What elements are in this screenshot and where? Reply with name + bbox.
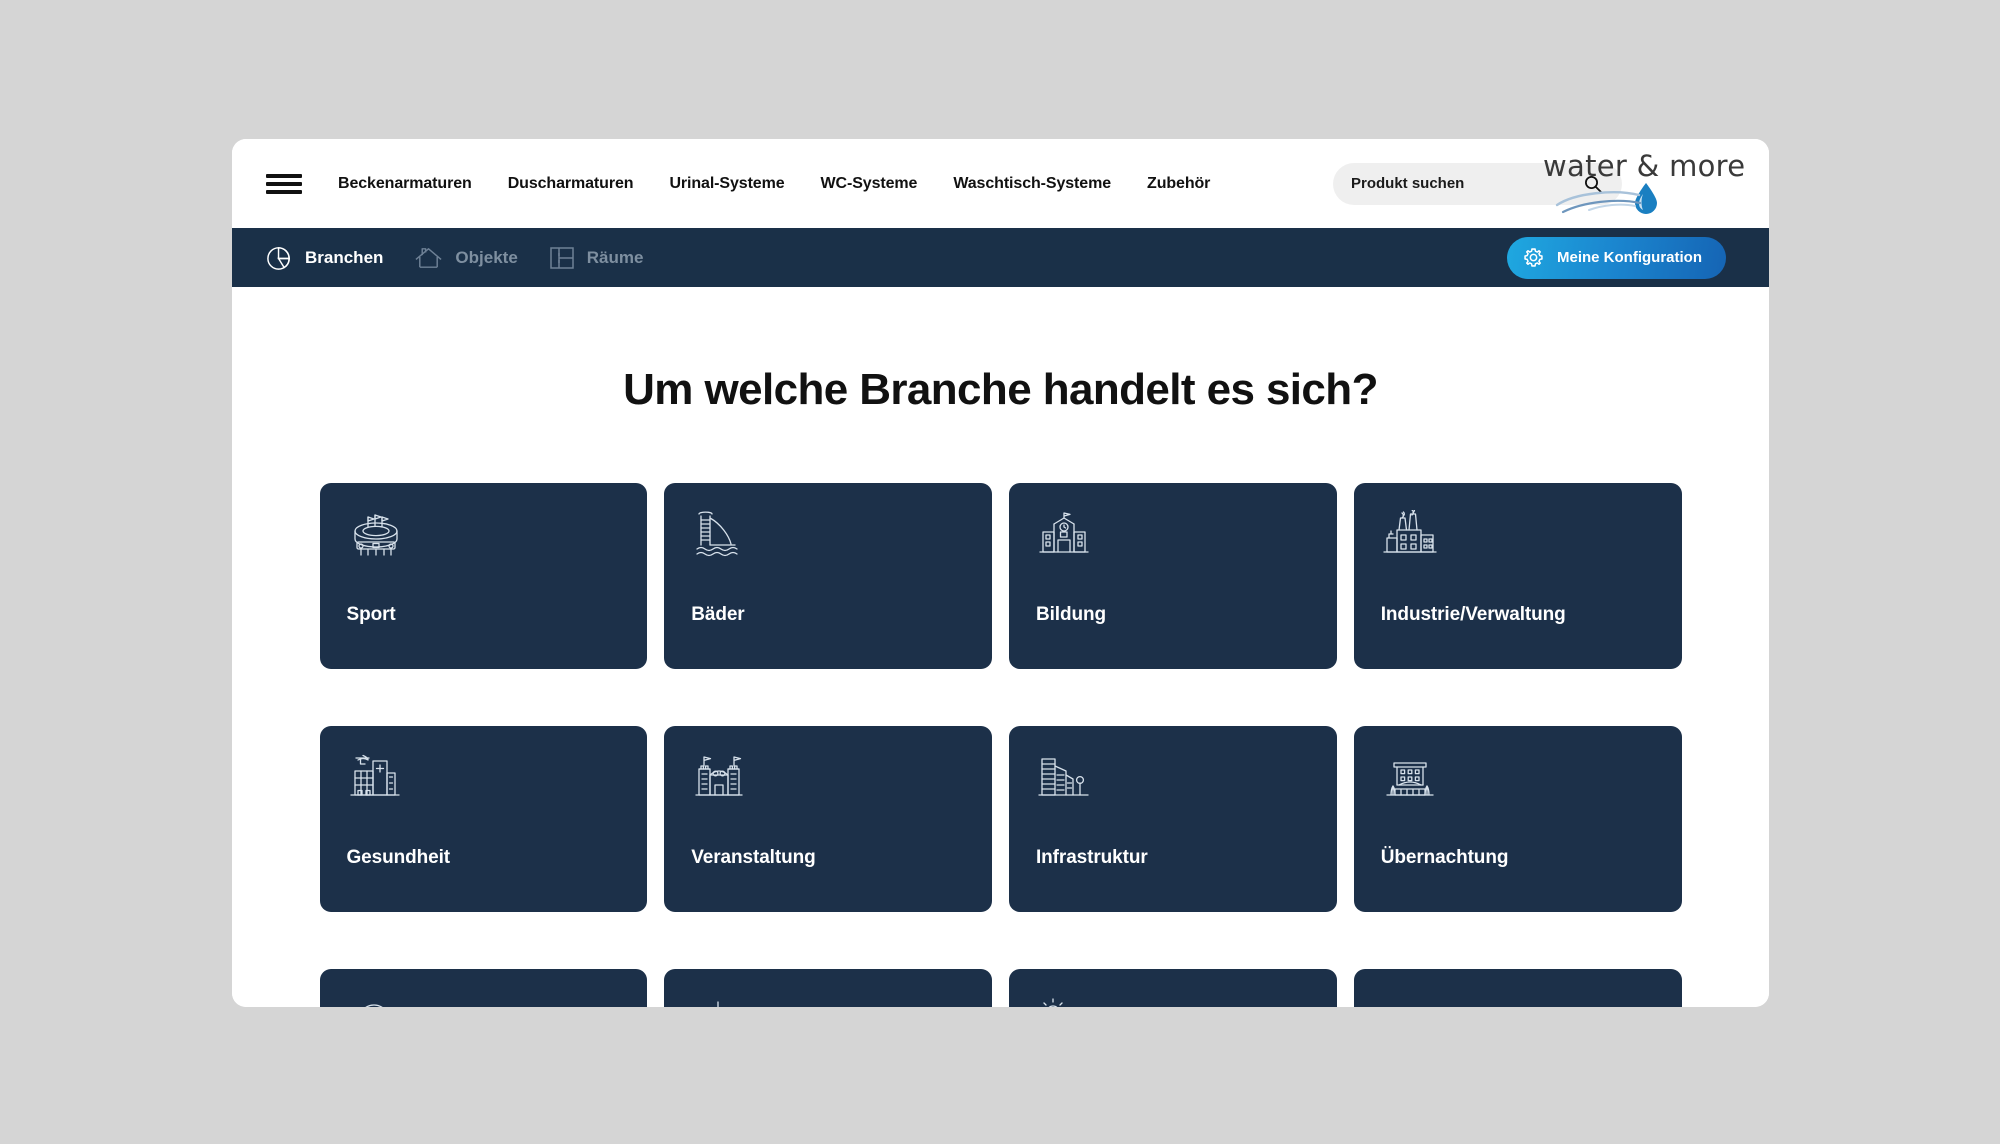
card-partial-2[interactable] xyxy=(664,969,992,1007)
card-sport-label: Sport xyxy=(346,604,396,625)
card-uebernachtung-label: Übernachtung xyxy=(1380,847,1509,868)
step-branchen[interactable]: Branchen xyxy=(265,243,383,272)
card-uebernachtung[interactable]: Übernachtung xyxy=(1353,726,1682,912)
gear-icon xyxy=(1522,246,1545,269)
nav-item-urinal-systeme[interactable]: Urinal-Systeme xyxy=(651,165,802,203)
nav-item-waschtisch-systeme[interactable]: Waschtisch-Systeme xyxy=(935,165,1129,203)
steps-breadcrumb-bar: Branchen Objekte Räume Meine Konfigurati… xyxy=(232,228,1769,287)
hospital-icon xyxy=(347,753,621,811)
card-sport[interactable]: Sport xyxy=(319,483,648,669)
partial-icon-3 xyxy=(1036,996,1310,1007)
skyscraper-icon xyxy=(1036,753,1310,811)
branche-card-grid: Sport Bäder Bildung Industrie/Verwaltung… xyxy=(319,483,1682,1007)
water-slide-icon xyxy=(691,510,965,568)
card-veranstaltung[interactable]: Veranstaltung xyxy=(664,726,992,912)
logo-text: water & more xyxy=(1543,148,1746,183)
house-icon xyxy=(413,243,444,272)
main-nav-links: Beckenarmaturen Duscharmaturen Urinal-Sy… xyxy=(320,165,1228,203)
school-building-icon xyxy=(1036,510,1310,568)
partial-icon-2 xyxy=(691,996,965,1007)
pie-chart-icon xyxy=(265,243,294,272)
factory-icon xyxy=(1381,510,1655,568)
card-infrastruktur[interactable]: Infrastruktur xyxy=(1009,726,1337,912)
card-partial-1[interactable] xyxy=(319,969,648,1007)
card-gesundheit-label: Gesundheit xyxy=(346,847,451,868)
main-content: Um welche Branche handelt es sich? Sport… xyxy=(232,287,1769,1007)
meine-konfiguration-button[interactable]: Meine Konfiguration xyxy=(1507,236,1726,279)
logo[interactable]: water & more xyxy=(1543,148,1746,216)
card-baeder[interactable]: Bäder xyxy=(664,483,992,669)
step-objekte[interactable]: Objekte xyxy=(413,243,518,272)
card-bildung[interactable]: Bildung xyxy=(1009,483,1337,669)
floorplan-icon xyxy=(548,244,576,272)
step-objekte-label: Objekte xyxy=(455,247,518,267)
card-baeder-label: Bäder xyxy=(691,604,745,625)
stadium-icon xyxy=(347,510,621,568)
card-veranstaltung-label: Veranstaltung xyxy=(691,847,816,868)
step-raeume[interactable]: Räume xyxy=(548,244,644,272)
card-bildung-label: Bildung xyxy=(1036,604,1107,625)
logo-droplet-icon xyxy=(1555,182,1657,214)
card-industrie-verwaltung-label: Industrie/Verwaltung xyxy=(1380,604,1566,625)
card-partial-4[interactable] xyxy=(1353,969,1682,1007)
step-raeume-label: Räume xyxy=(586,247,644,267)
card-industrie-verwaltung[interactable]: Industrie/Verwaltung xyxy=(1353,483,1682,669)
event-hall-icon xyxy=(691,753,965,811)
partial-icon-4 xyxy=(1381,996,1655,1007)
partial-icon-1 xyxy=(347,996,621,1007)
hamburger-menu-icon[interactable] xyxy=(266,171,302,197)
card-partial-3[interactable] xyxy=(1009,969,1337,1007)
hotel-icon xyxy=(1381,753,1655,811)
card-gesundheit[interactable]: Gesundheit xyxy=(319,726,648,912)
nav-item-duscharmaturen[interactable]: Duscharmaturen xyxy=(490,165,652,203)
nav-item-zubehoer[interactable]: Zubehör xyxy=(1129,165,1228,203)
page-title: Um welche Branche handelt es sich? xyxy=(623,365,1378,414)
app-frame: Beckenarmaturen Duscharmaturen Urinal-Sy… xyxy=(232,139,1769,1007)
nav-item-beckenarmaturen[interactable]: Beckenarmaturen xyxy=(320,165,490,203)
step-branchen-label: Branchen xyxy=(305,247,384,267)
meine-konfiguration-label: Meine Konfiguration xyxy=(1557,249,1702,266)
top-navigation-bar: Beckenarmaturen Duscharmaturen Urinal-Sy… xyxy=(232,139,1769,228)
card-infrastruktur-label: Infrastruktur xyxy=(1036,847,1148,868)
nav-item-wc-systeme[interactable]: WC-Systeme xyxy=(803,165,936,203)
